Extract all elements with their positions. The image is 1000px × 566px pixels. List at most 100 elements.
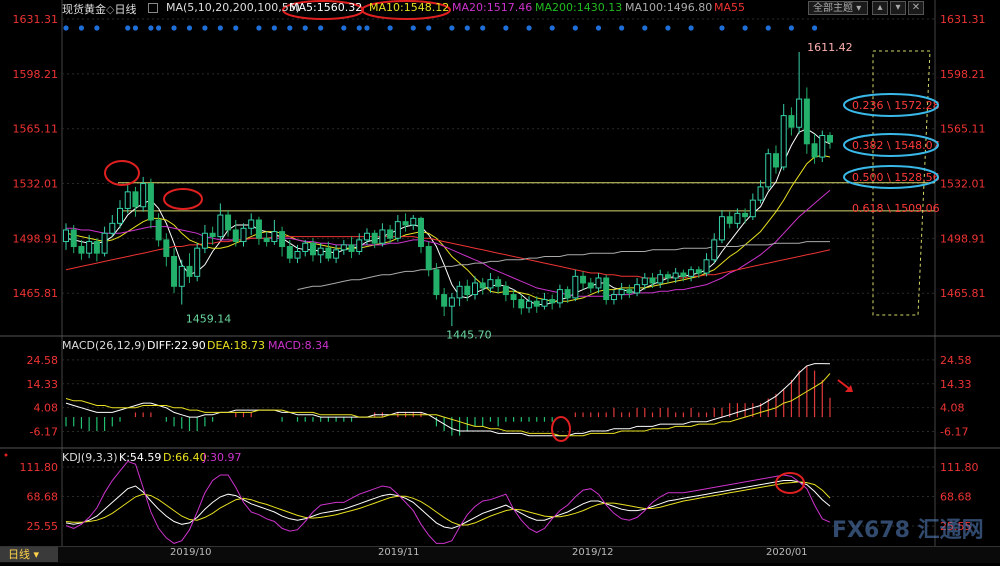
macd-dea-value: DEA:18.73 bbox=[207, 339, 265, 352]
signal-dot bbox=[549, 25, 555, 31]
ma200-value: MA200:1430.13 bbox=[535, 1, 623, 14]
ma100-value: MA100:1496.80 bbox=[625, 1, 713, 14]
signal-dot bbox=[688, 25, 694, 31]
price-tick-left: 1498.91 bbox=[13, 232, 59, 245]
highlight-circle bbox=[551, 416, 571, 442]
chart-canvas[interactable]: 1631.31 1631.31 1598.21 1598.21 1565.11 1565.… bbox=[0, 0, 1000, 562]
candle-body bbox=[93, 241, 100, 254]
kdj-k-value: K:54.59 bbox=[119, 451, 162, 464]
candle-body bbox=[749, 199, 756, 218]
signal-dot bbox=[302, 25, 308, 31]
signal-dot bbox=[595, 25, 602, 31]
signal-dot bbox=[271, 25, 277, 31]
signal-dot bbox=[341, 25, 347, 31]
ma20-value: MA20:1517.46 bbox=[452, 1, 533, 14]
signal-dot bbox=[788, 25, 795, 31]
fib-level-label: 0.236 \ 1572.28 bbox=[852, 99, 940, 112]
macd-params: MACD(26,12,9) bbox=[62, 339, 146, 352]
signal-dot bbox=[765, 25, 771, 31]
candle-body bbox=[186, 265, 193, 277]
candle-body bbox=[479, 282, 486, 289]
period-tab[interactable]: 日线 ▾ bbox=[0, 547, 58, 562]
close-icon[interactable]: ✕ bbox=[908, 1, 924, 15]
signal-dot bbox=[526, 25, 532, 31]
price-tick-right: 1598.21 bbox=[940, 68, 986, 81]
candle-body bbox=[695, 269, 702, 274]
instrument-title[interactable]: 现货黄金◇日线 bbox=[62, 1, 136, 17]
macd-tick-left: 4.08 bbox=[34, 402, 59, 415]
macd-diff-value: DIFF:22.90 bbox=[147, 339, 206, 352]
macd-tick-right: 24.58 bbox=[940, 354, 972, 367]
candle-body bbox=[302, 242, 309, 252]
candle-body bbox=[271, 231, 278, 243]
x-axis-label: 2020/01 bbox=[766, 547, 808, 558]
macd-macd-value: MACD:8.34 bbox=[268, 339, 330, 352]
candle-body bbox=[657, 274, 664, 284]
theme-dropdown-label: 全部主题 bbox=[813, 3, 853, 14]
candle-body bbox=[587, 282, 594, 289]
signal-dot bbox=[719, 25, 725, 31]
up-icon[interactable]: ▴ bbox=[872, 1, 888, 15]
macd-tick-left: -6.17 bbox=[30, 425, 58, 438]
candle-body bbox=[688, 269, 695, 277]
chevron-down-icon: ▾ bbox=[856, 3, 862, 14]
candle-body bbox=[664, 274, 671, 279]
signal-dot bbox=[125, 25, 131, 31]
signal-dot bbox=[619, 25, 625, 31]
signal-dot bbox=[94, 25, 100, 31]
theme-dropdown[interactable]: 全部主题 ▾ bbox=[808, 1, 868, 15]
signal-dot bbox=[364, 25, 370, 31]
kdj-tick-right: 111.80 bbox=[940, 461, 979, 474]
candle-body bbox=[394, 221, 401, 239]
candle-body bbox=[433, 269, 440, 296]
candle-body bbox=[610, 294, 617, 301]
x-axis-label: 2019/11 bbox=[378, 547, 420, 558]
candle-body bbox=[371, 232, 378, 244]
candle-body bbox=[333, 249, 340, 259]
signal-dot bbox=[318, 25, 324, 31]
signal-dot bbox=[480, 25, 486, 31]
kdj-tick-left: 68.68 bbox=[27, 490, 59, 503]
indicator-settings-icon[interactable] bbox=[148, 3, 158, 13]
candle-body bbox=[788, 115, 795, 128]
candle-body bbox=[410, 217, 417, 226]
macd-tick-right: 14.33 bbox=[940, 378, 972, 391]
candle-body bbox=[147, 183, 154, 221]
candle-body bbox=[294, 250, 301, 259]
candle-body bbox=[711, 239, 718, 261]
candle-body bbox=[441, 294, 448, 307]
candle-body bbox=[240, 227, 247, 243]
candle-body bbox=[533, 300, 540, 307]
kdj-d-value: D:66.40 bbox=[163, 451, 207, 464]
candle-body bbox=[780, 115, 787, 168]
candle-body bbox=[541, 299, 548, 307]
candle-body bbox=[456, 285, 463, 299]
candle-body bbox=[556, 289, 563, 304]
candle-body bbox=[201, 232, 208, 249]
signal-dot bbox=[742, 25, 748, 31]
candle-body bbox=[209, 232, 216, 238]
fib-level-label: 0.500 \ 1528.56 bbox=[852, 171, 940, 184]
kdj-line-j bbox=[65, 460, 831, 544]
signal-dot bbox=[171, 25, 177, 31]
candle-body bbox=[255, 219, 262, 239]
signal-dot bbox=[572, 25, 578, 31]
candle-body bbox=[317, 247, 324, 256]
period-label: 日线 bbox=[114, 3, 137, 16]
kdj-tick-right: 68.68 bbox=[940, 490, 972, 503]
candle-body bbox=[495, 279, 502, 287]
price-tick-right: 1532.01 bbox=[940, 178, 986, 191]
signal-dot bbox=[233, 25, 239, 31]
candle-body bbox=[78, 246, 85, 254]
candle-body bbox=[309, 242, 316, 256]
candle-body bbox=[109, 222, 116, 234]
signal-dot bbox=[642, 25, 648, 31]
candle-body bbox=[772, 153, 779, 168]
candle-body bbox=[155, 219, 162, 241]
candle-body bbox=[796, 98, 803, 128]
down-icon[interactable]: ▾ bbox=[890, 1, 906, 15]
price-tick-right: 1631.31 bbox=[940, 13, 986, 26]
ma5-value: MA5:1560.32 bbox=[289, 1, 363, 14]
candle-body bbox=[140, 183, 147, 208]
candle-body bbox=[811, 143, 818, 158]
